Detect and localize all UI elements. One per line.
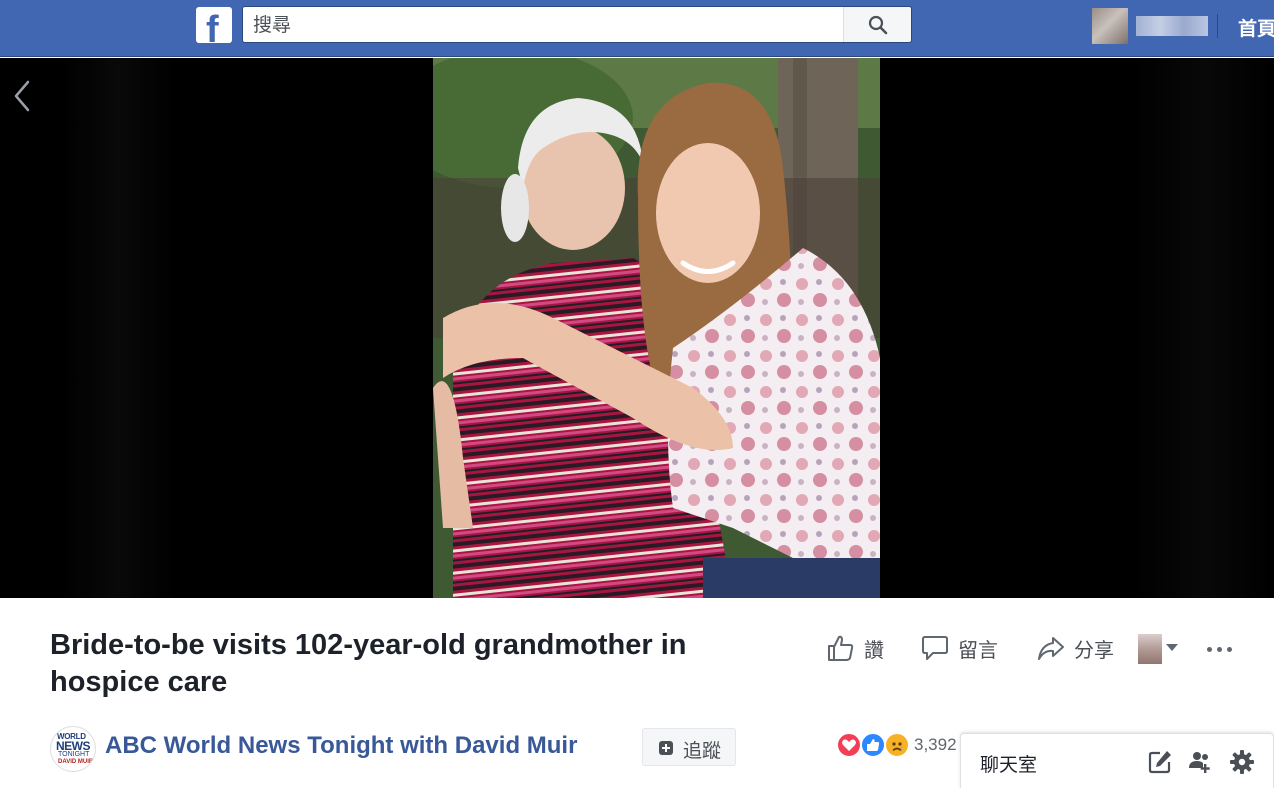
share-icon [1038, 637, 1064, 660]
page-identity-avatar [1138, 634, 1162, 664]
more-dot-icon [1207, 647, 1212, 652]
sad-reaction-icon [884, 732, 910, 758]
like-button[interactable]: 讚 [826, 632, 884, 664]
page-logo-line-4: DAVID MUIR [58, 759, 94, 765]
chevron-left-icon [14, 80, 30, 112]
more-options-button[interactable] [1206, 638, 1236, 658]
previous-button[interactable] [10, 76, 36, 116]
chat-tab[interactable]: 聊天室 [960, 733, 1274, 788]
share-button[interactable]: 分享 [1036, 632, 1114, 664]
facebook-logo[interactable]: f [196, 7, 232, 43]
more-dot-icon [1217, 647, 1222, 652]
more-dot-icon [1227, 647, 1232, 652]
nav-divider [1217, 14, 1218, 38]
reaction-summary[interactable]: 3,392 [836, 732, 966, 760]
create-group-button[interactable] [1187, 749, 1213, 775]
search-box [242, 6, 912, 43]
search-button[interactable] [843, 7, 911, 42]
new-message-button[interactable] [1147, 749, 1173, 775]
like-label: 讚 [864, 637, 884, 662]
home-link[interactable]: 首頁 [1238, 14, 1274, 41]
love-reaction-icon [836, 732, 862, 758]
top-navigation-bar: f 首頁 [0, 0, 1274, 57]
page-avatar[interactable]: WORLD NEWS TONIGHT DAVID MUIR [50, 726, 96, 772]
chat-settings-button[interactable] [1229, 749, 1255, 775]
share-label: 分享 [1074, 637, 1114, 662]
stage-shade-left [60, 58, 175, 598]
follow-plus-icon [659, 741, 673, 755]
chat-title: 聊天室 [980, 754, 1038, 776]
post-title: Bride-to-be visits 102-year-old grandmot… [50, 629, 687, 698]
stage-shade-right [1133, 58, 1274, 598]
add-friends-icon [1189, 752, 1210, 773]
comment-icon [922, 636, 948, 660]
follow-button[interactable]: 追蹤 [642, 728, 736, 766]
comment-button[interactable]: 留言 [920, 632, 998, 664]
thumbs-up-icon [828, 635, 854, 661]
caret-down-icon [1166, 644, 1178, 651]
page-identity-selector[interactable] [1138, 634, 1184, 666]
reaction-count: 3,392 [914, 735, 957, 754]
follow-label: 追蹤 [683, 740, 722, 762]
facebook-f-glyph: f [206, 9, 219, 43]
photo-viewer [0, 58, 1274, 598]
profile-avatar[interactable] [1092, 8, 1128, 44]
like-reaction-icon [860, 732, 886, 758]
photo-illustration [433, 58, 880, 598]
post-photo[interactable] [433, 58, 880, 598]
profile-name-blurred[interactable] [1136, 16, 1208, 36]
search-icon [868, 15, 888, 35]
comment-label: 留言 [958, 637, 998, 662]
search-input[interactable] [253, 13, 843, 37]
compose-icon [1148, 751, 1171, 774]
gear-icon [1230, 750, 1254, 774]
page-logo-line-3: TONIGHT [58, 751, 90, 758]
page-name-link[interactable]: ABC World News Tonight with David Muir [105, 732, 577, 760]
